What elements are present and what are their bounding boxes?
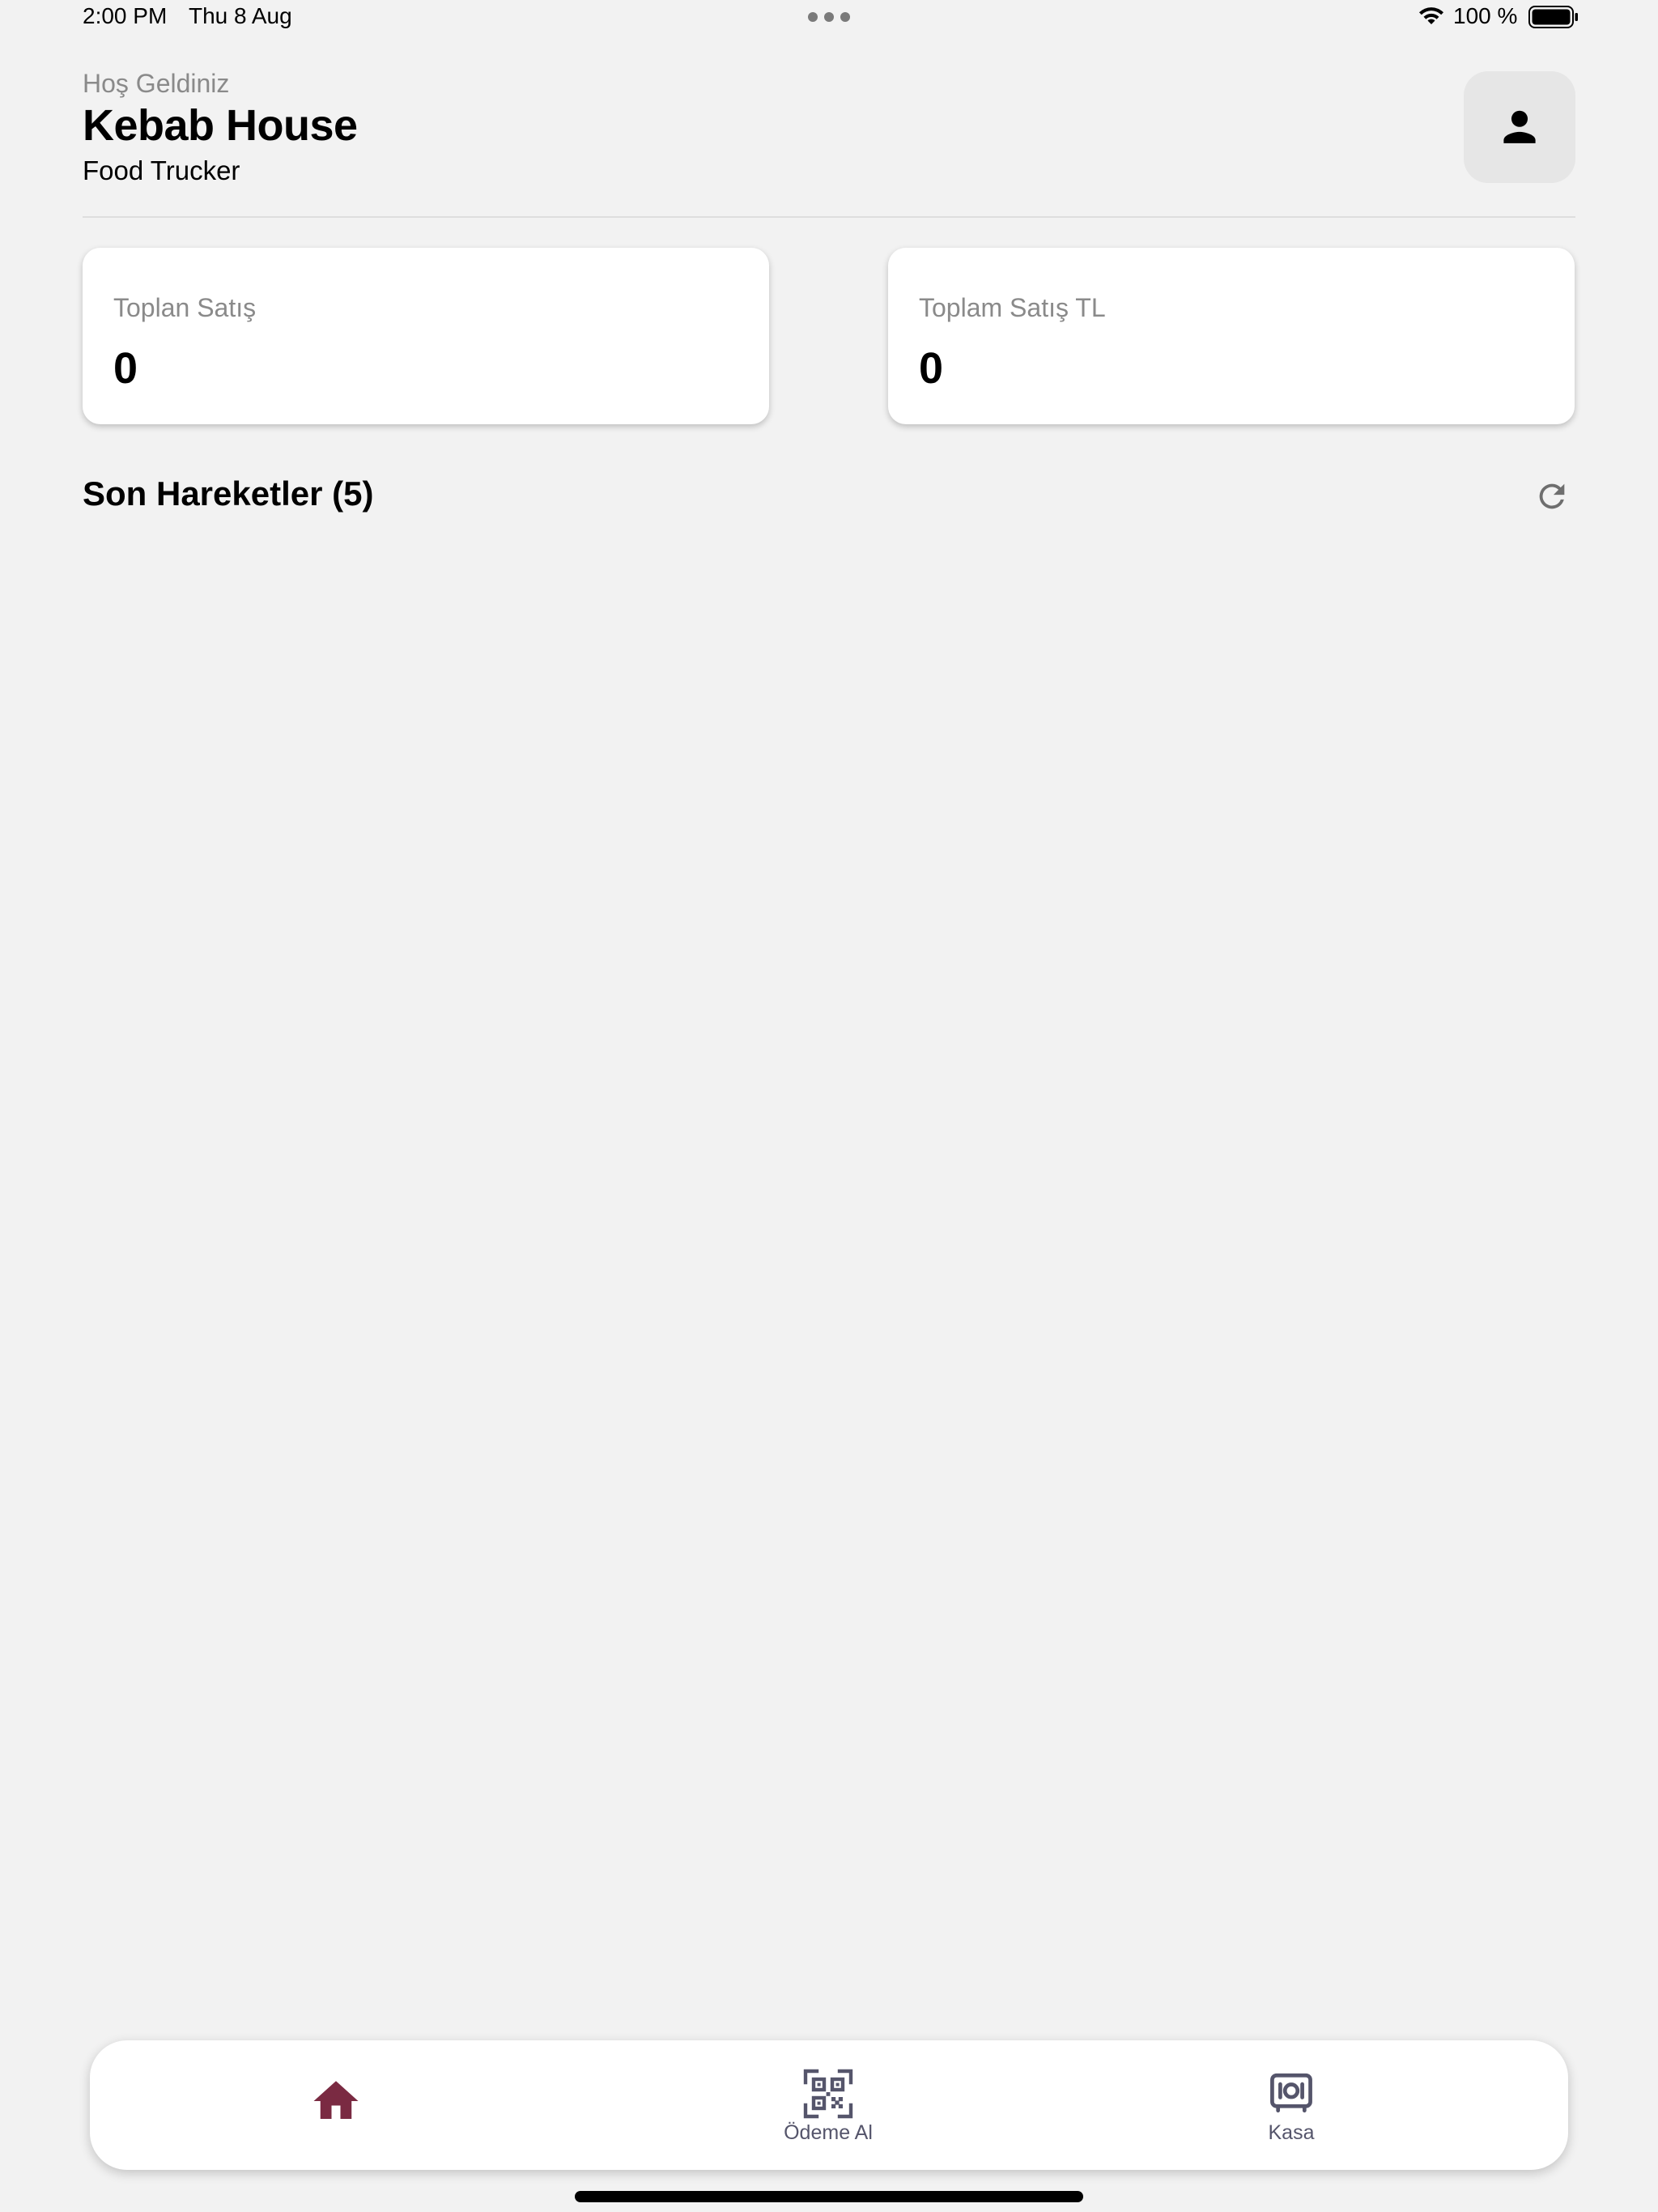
tab-home[interactable]: [215, 2040, 457, 2170]
tab-payment[interactable]: Ödeme Al: [707, 2040, 950, 2170]
profile-button[interactable]: [1464, 71, 1575, 183]
stat-label: Toplam Satış TL: [919, 293, 1106, 322]
home-icon: [313, 2081, 359, 2119]
qr-code-icon: [803, 2069, 853, 2119]
header-divider: [83, 216, 1575, 218]
status-date: Thu 8 Aug: [189, 3, 292, 28]
stat-value: 0: [113, 344, 138, 393]
status-bar: 2:00 PM Thu 8 Aug 100 %: [0, 0, 1658, 36]
tab-kasa[interactable]: Kasa: [1170, 2040, 1413, 2170]
business-name: Kebab House: [83, 101, 358, 150]
stat-card-total-sales: Toplan Satış 0: [83, 248, 769, 424]
battery-percentage: 100 %: [1453, 3, 1518, 28]
status-time: 2:00 PM: [83, 3, 168, 28]
safe-icon: [1270, 2073, 1312, 2113]
refresh-button[interactable]: [1533, 478, 1571, 515]
tab-label: Ödeme Al: [784, 2121, 873, 2144]
person-icon: [1503, 110, 1536, 143]
multitasking-dots-icon[interactable]: [808, 11, 850, 23]
tab-label: Kasa: [1268, 2121, 1315, 2144]
home-indicator[interactable]: [575, 2191, 1083, 2202]
business-type: Food Trucker: [83, 155, 240, 185]
bottom-tab-bar: Ödeme Al Kasa: [90, 2040, 1568, 2170]
recent-transactions-title: Son Hareketler (5): [83, 474, 374, 513]
stat-card-total-sales-tl: Toplam Satış TL 0: [888, 248, 1575, 424]
battery-icon: [1528, 6, 1578, 28]
refresh-icon: [1539, 483, 1565, 509]
stat-value: 0: [919, 344, 944, 393]
welcome-text: Hoş Geldiniz: [83, 69, 230, 98]
stat-label: Toplan Satış: [113, 293, 257, 322]
wifi-icon: [1419, 7, 1443, 24]
